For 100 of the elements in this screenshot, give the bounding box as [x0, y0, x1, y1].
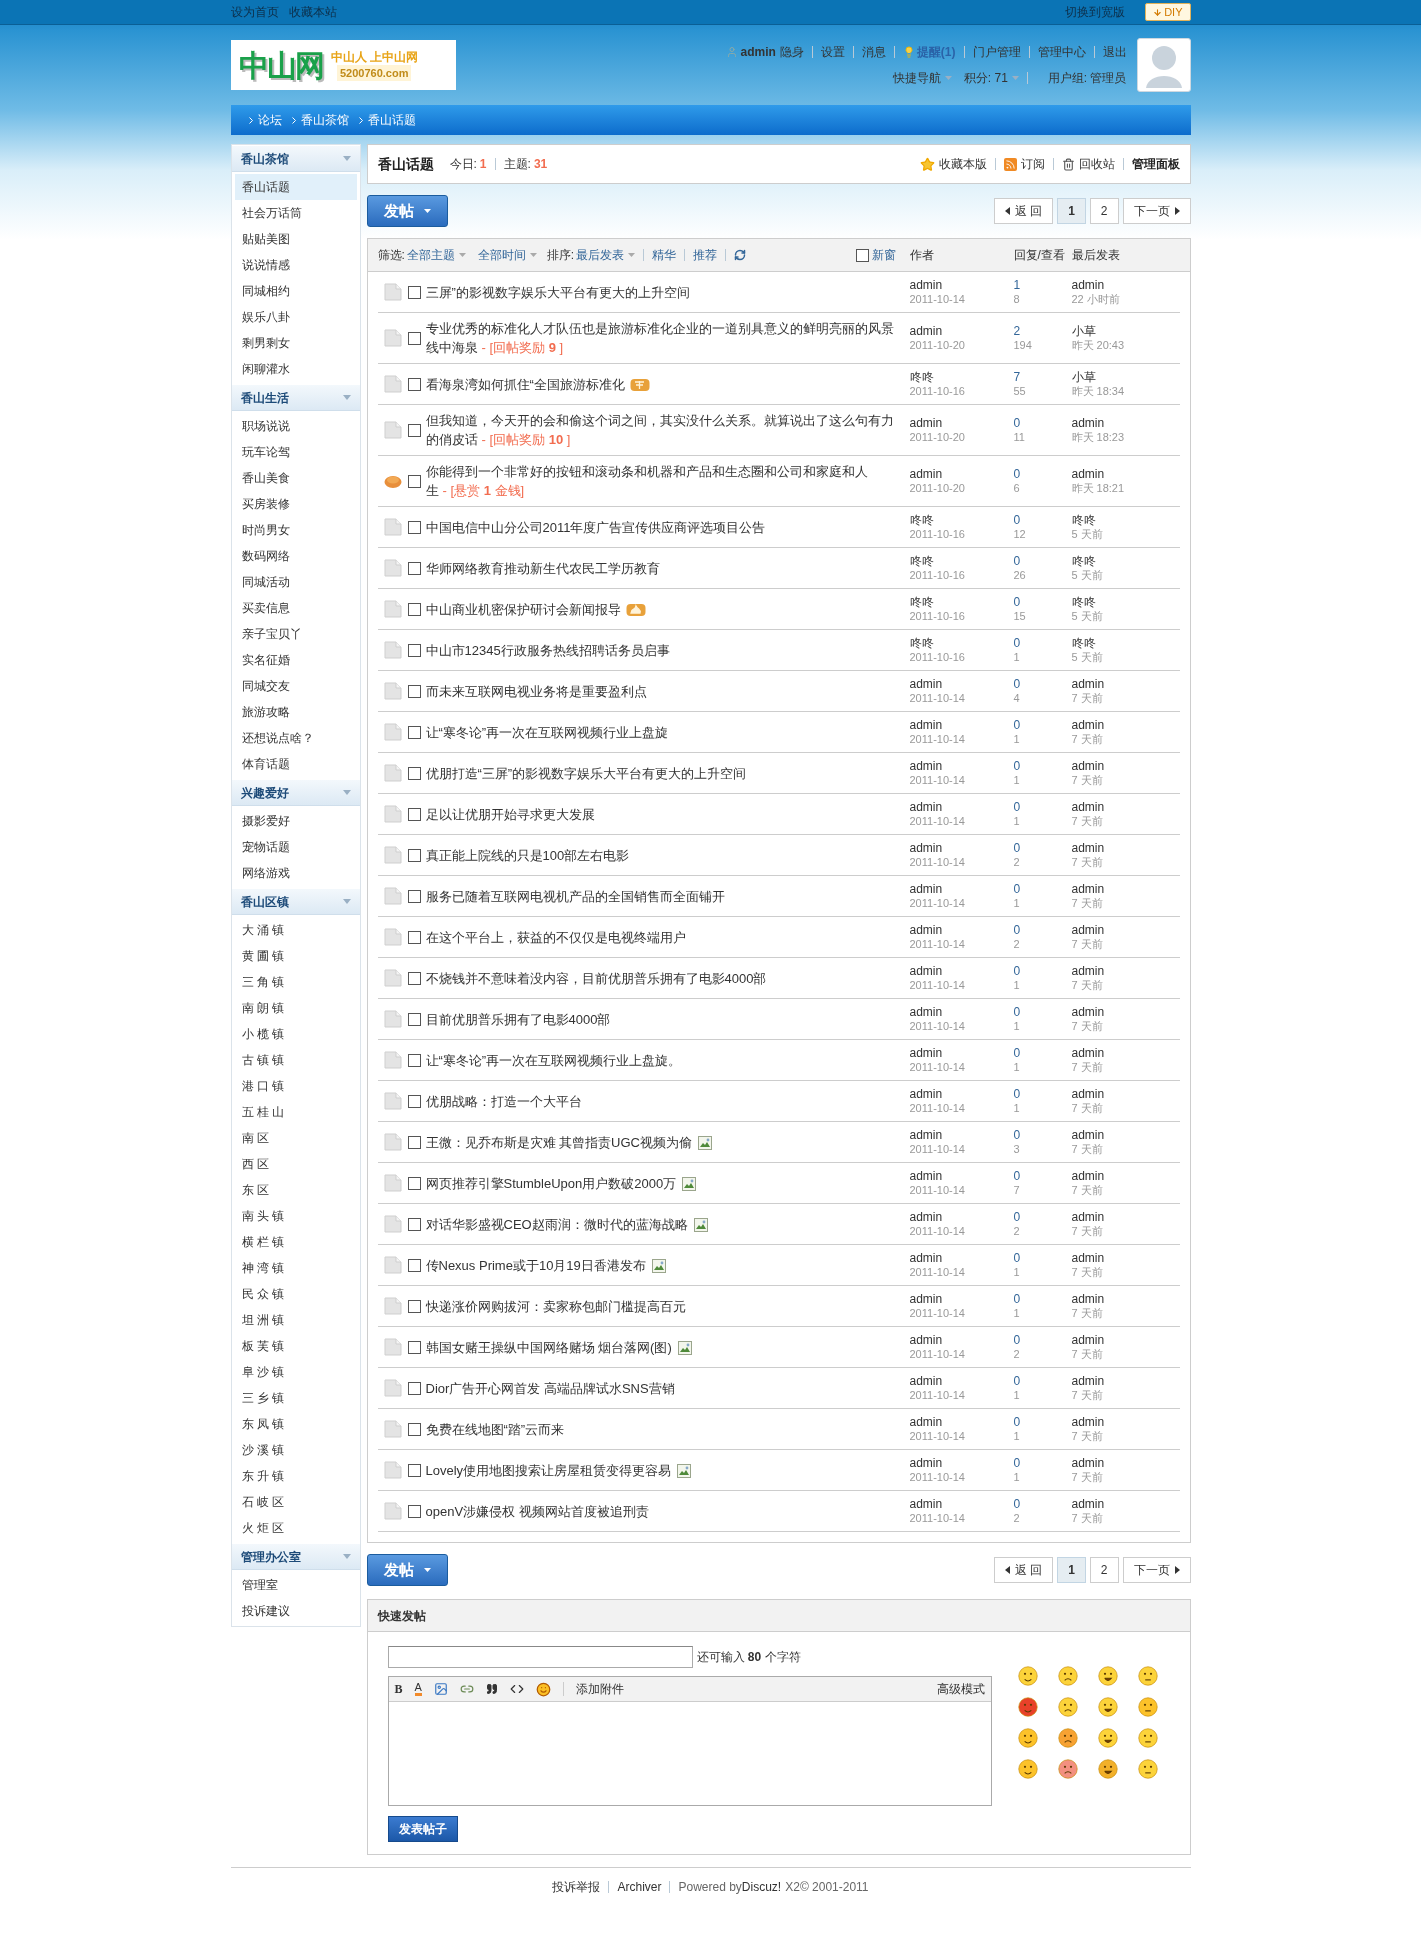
- thread-title-link[interactable]: 王微：见乔布斯是灾难 其曾指责UGC视频为偷: [425, 1132, 894, 1152]
- smiley-icon[interactable]: [1017, 1728, 1038, 1748]
- sidebar-item[interactable]: 旅游攻略: [234, 699, 357, 725]
- breadcrumb-link[interactable]: 香山话题: [358, 111, 416, 129]
- sidebar-item[interactable]: 大 涌 镇: [234, 917, 357, 943]
- sidebar-item[interactable]: 东 区: [234, 1177, 357, 1203]
- last-poster-link[interactable]: admin: [1071, 1210, 1105, 1224]
- sidebar-item[interactable]: 同城交友: [234, 673, 357, 699]
- forum-action-link[interactable]: 管理面板: [1131, 155, 1180, 173]
- user-menu-link[interactable]: 隐身: [779, 43, 804, 61]
- page-button[interactable]: 1: [1057, 1557, 1086, 1583]
- sidebar-item[interactable]: 买卖信息: [234, 595, 357, 621]
- row-checkbox[interactable]: [407, 1217, 421, 1231]
- thread-title-link[interactable]: 足以让优朋开始寻求更大发展: [425, 804, 894, 824]
- author-link[interactable]: admin: [909, 1292, 943, 1306]
- row-checkbox[interactable]: [407, 684, 421, 698]
- row-checkbox[interactable]: [407, 1053, 421, 1067]
- sidebar-item[interactable]: 数码网络: [234, 543, 357, 569]
- reply-count[interactable]: 0: [1013, 1210, 1021, 1224]
- last-poster-link[interactable]: 咚咚: [1071, 513, 1096, 527]
- user-menu-link[interactable]: 管理中心: [1037, 43, 1086, 61]
- filter-dropdown[interactable]: 全部主题: [406, 246, 466, 264]
- reply-count[interactable]: 0: [1013, 467, 1021, 481]
- smiley-icon[interactable]: [1017, 1666, 1038, 1686]
- reply-count[interactable]: 0: [1013, 718, 1021, 732]
- reply-count[interactable]: 0: [1013, 1128, 1021, 1142]
- thread-title-link[interactable]: 对话华影盛视CEO赵雨润：微时代的蓝海战略: [425, 1214, 894, 1234]
- sidebar-item[interactable]: 买房装修: [234, 491, 357, 517]
- row-checkbox[interactable]: [407, 1340, 421, 1354]
- author-link[interactable]: admin: [909, 759, 943, 773]
- last-poster-link[interactable]: 咚咚: [1071, 554, 1096, 568]
- row-checkbox[interactable]: [407, 1299, 421, 1313]
- reply-count[interactable]: 0: [1013, 882, 1021, 896]
- last-poster-link[interactable]: admin: [1071, 1333, 1105, 1347]
- sidebar-item[interactable]: 三 角 镇: [234, 969, 357, 995]
- author-link[interactable]: admin: [909, 278, 943, 292]
- smiley-icon[interactable]: [1097, 1666, 1118, 1686]
- sidebar-item[interactable]: 黄 圃 镇: [234, 943, 357, 969]
- last-poster-link[interactable]: admin: [1071, 964, 1105, 978]
- author-link[interactable]: admin: [909, 1210, 943, 1224]
- thread-title-link[interactable]: 华师网络教育推动新生代农民工学历教育: [425, 558, 894, 578]
- reply-count[interactable]: 0: [1013, 595, 1021, 609]
- thread-title-link[interactable]: 在这个平台上，获益的不仅仅是电视终端用户: [425, 927, 894, 947]
- sidebar-item[interactable]: 南 头 镇: [234, 1203, 357, 1229]
- row-checkbox[interactable]: [407, 1176, 421, 1190]
- next-page-button[interactable]: 下一页: [1122, 198, 1191, 224]
- thread-title-link[interactable]: 中国电信中山分公司2011年度广告宣传供应商评选项目公告: [425, 517, 894, 537]
- row-checkbox[interactable]: [407, 602, 421, 616]
- reply-count[interactable]: 0: [1013, 841, 1021, 855]
- reply-count[interactable]: 0: [1013, 554, 1021, 568]
- thread-title-link[interactable]: 不烧钱并不意味着没内容，目前优朋普乐拥有了电影4000部: [425, 968, 894, 988]
- sidebar-item[interactable]: 剩男剩女: [234, 330, 357, 356]
- reply-count[interactable]: 0: [1013, 1046, 1021, 1060]
- sidebar-item[interactable]: 网络游戏: [234, 860, 357, 886]
- last-poster-link[interactable]: 小草: [1071, 370, 1096, 384]
- sidebar-item[interactable]: 香山话题: [234, 174, 357, 200]
- thread-title-link[interactable]: 让“寒冬论”再一次在互联网视频行业上盘旋。: [425, 1050, 894, 1070]
- smiley-icon[interactable]: [1137, 1759, 1158, 1779]
- last-poster-link[interactable]: admin: [1071, 1497, 1105, 1511]
- filter-link[interactable]: 精华: [652, 246, 677, 264]
- sidebar-item[interactable]: 古 镇 镇: [234, 1047, 357, 1073]
- thread-title-link[interactable]: Dior广告开心网首发 高端品牌试水SNS营销: [425, 1378, 894, 1398]
- sidebar-item[interactable]: 东 升 镇: [234, 1463, 357, 1489]
- link-icon[interactable]: [459, 1682, 474, 1696]
- sidebar-item[interactable]: 同城活动: [234, 569, 357, 595]
- sidebar-item[interactable]: 民 众 镇: [234, 1281, 357, 1307]
- author-link[interactable]: admin: [909, 416, 943, 430]
- sidebar-item[interactable]: 摄影爱好: [234, 808, 357, 834]
- reply-count[interactable]: 0: [1013, 677, 1021, 691]
- sidebar-item[interactable]: 亲子宝贝丫: [234, 621, 357, 647]
- row-checkbox[interactable]: [407, 285, 421, 299]
- thread-title-link[interactable]: 中山市12345行政服务热线招聘话务员启事: [425, 640, 894, 660]
- forum-action-link[interactable]: 回收站: [1061, 155, 1115, 173]
- last-poster-link[interactable]: admin: [1071, 1046, 1105, 1060]
- last-poster-link[interactable]: admin: [1071, 1374, 1105, 1388]
- smiley-icon[interactable]: [1057, 1697, 1078, 1717]
- user-menu-link[interactable]: 消息: [861, 43, 886, 61]
- thread-title-link[interactable]: 看海泉湾如何抓住“全国旅游标准化: [425, 374, 894, 394]
- reply-count[interactable]: 0: [1013, 636, 1021, 650]
- new-window-checkbox[interactable]: [855, 248, 869, 262]
- row-checkbox[interactable]: [407, 1135, 421, 1149]
- thread-title-link[interactable]: 你能得到一个非常好的按钮和滚动条和机器和产品和生态圈和公司和家庭和人生 - [悬赏 1 金钱]: [425, 462, 894, 500]
- thread-title-link[interactable]: openV涉嫌侵权 视频网站首度被追刑责: [425, 1501, 894, 1521]
- sidebar-item[interactable]: 西 区: [234, 1151, 357, 1177]
- image-icon[interactable]: [433, 1682, 448, 1696]
- row-checkbox[interactable]: [407, 377, 421, 391]
- user-menu-link[interactable]: 设置: [820, 43, 845, 61]
- user-group-link[interactable]: 用户组: 管理员: [1047, 69, 1127, 87]
- sidebar-item[interactable]: 宠物话题: [234, 834, 357, 860]
- row-checkbox[interactable]: [407, 1258, 421, 1272]
- reply-count[interactable]: 0: [1013, 1005, 1021, 1019]
- thread-title-link[interactable]: 但我知道，今天开的会和偷这个词之间，其实没什么关系。就算说出了这么句有力的俏皮话 - [回帖奖励 10 ]: [425, 411, 894, 449]
- smiley-icon[interactable]: [1097, 1759, 1118, 1779]
- user-menu-link[interactable]: 退出: [1102, 43, 1127, 61]
- author-link[interactable]: admin: [909, 923, 943, 937]
- forum-action-link[interactable]: 订阅: [1003, 155, 1045, 173]
- row-checkbox[interactable]: [407, 561, 421, 575]
- editor[interactable]: B A 添加附件 高级模式: [387, 1676, 992, 1806]
- author-link[interactable]: 咚咚: [909, 595, 934, 609]
- sidebar-item[interactable]: 体育话题: [234, 751, 357, 777]
